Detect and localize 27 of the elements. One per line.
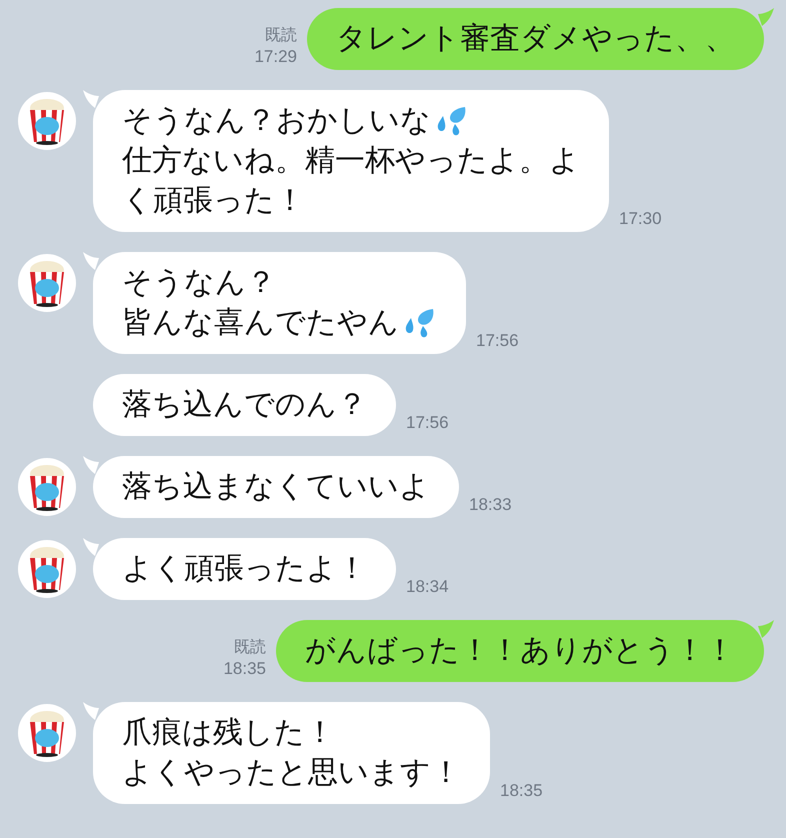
message-text: よくやったと思います！ [122, 755, 461, 791]
popcorn-avatar-icon [18, 704, 76, 762]
message-text: 落ち込まなくていいよ [122, 469, 430, 505]
message-text: よく頑張ったよ！ [122, 551, 367, 587]
read-receipt: 既読 [265, 26, 297, 46]
message-time: 18:35 [500, 780, 543, 802]
popcorn-avatar-icon [18, 92, 76, 150]
message-text: タレント審査ダメやった、、 [336, 21, 735, 57]
message-time: 17:29 [254, 46, 297, 68]
popcorn-avatar-icon [18, 254, 76, 312]
message-text: 皆んな喜んでたやん [122, 305, 399, 341]
message-text: 爪痕は残した！ [122, 715, 335, 751]
message-time: 18:35 [223, 658, 266, 680]
message-time: 17:56 [406, 412, 449, 434]
message-text: く頑張った！ [122, 183, 305, 219]
message-text: 仕方ないね。精一杯やったよ。よ [122, 143, 580, 179]
message-time: 17:30 [619, 208, 662, 230]
message-text: 落ち込んでのん？ [122, 387, 367, 423]
popcorn-avatar-icon [18, 458, 76, 516]
message-text: そうなん？ [122, 265, 276, 301]
message-time: 18:34 [406, 576, 449, 598]
message-text: がんばった！！ありがとう！！ [305, 633, 735, 669]
message-text: そうなん？おかしいな [122, 103, 431, 139]
message-time: 18:33 [469, 494, 512, 516]
read-receipt: 既読 [234, 638, 266, 658]
popcorn-avatar-icon [18, 540, 76, 598]
message-time: 17:56 [476, 330, 519, 352]
